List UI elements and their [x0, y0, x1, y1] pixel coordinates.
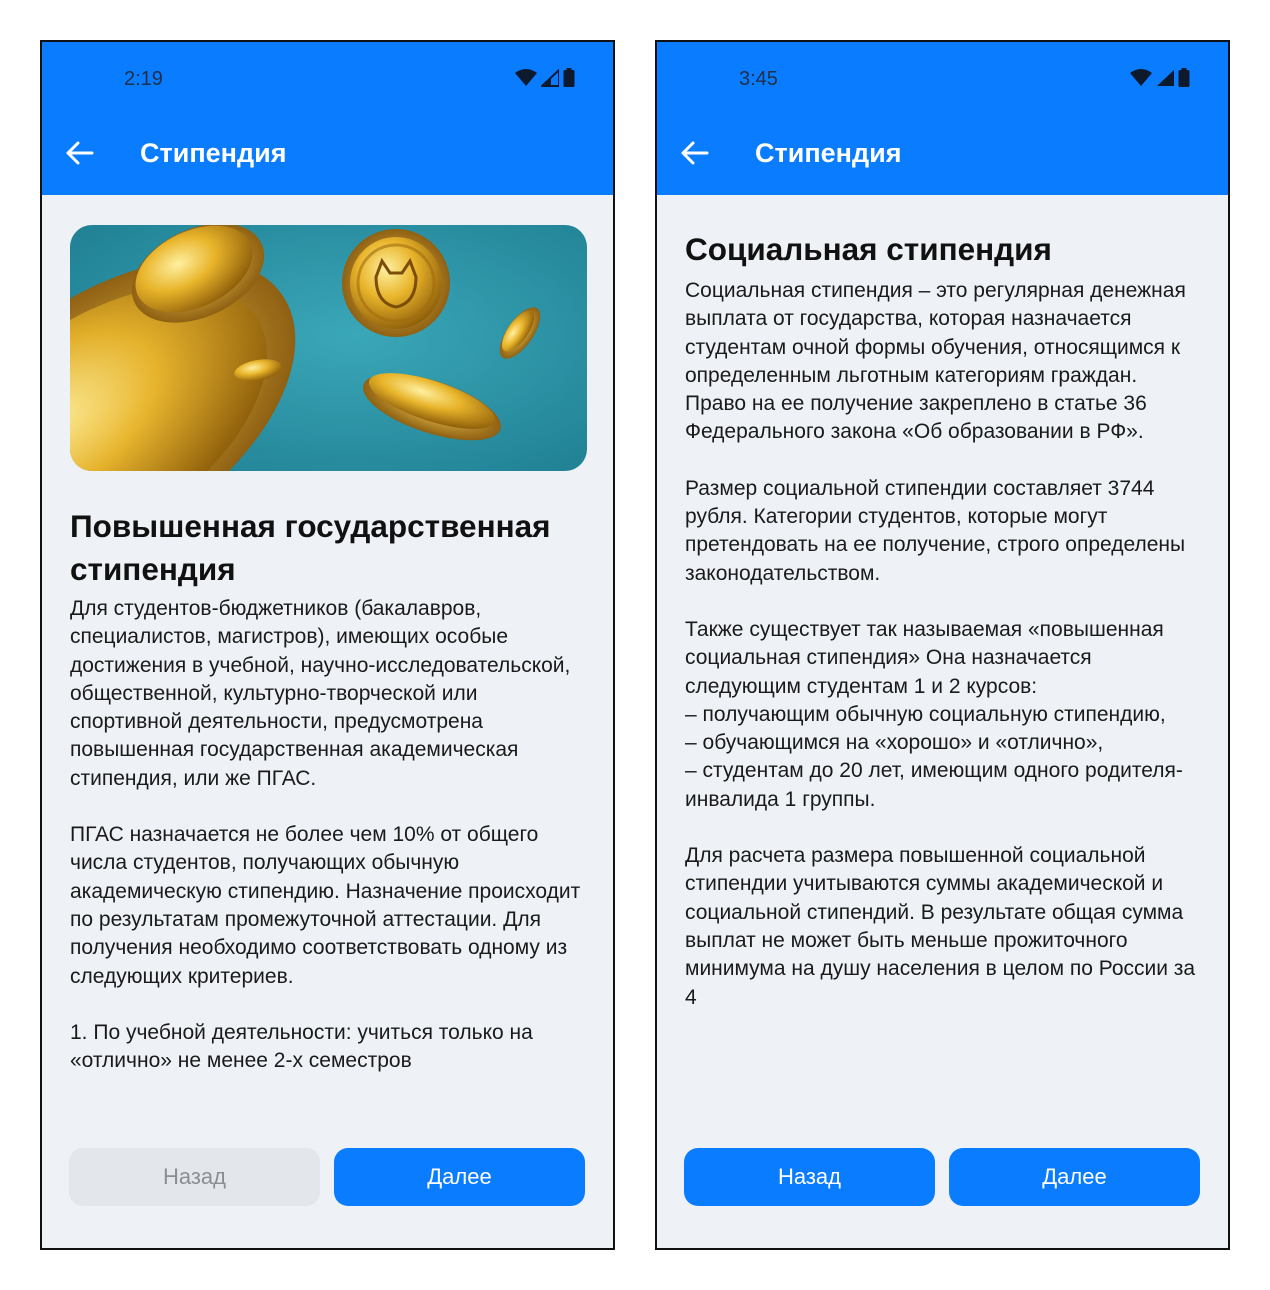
paragraph-4: Для расчета размера повышенной социально…: [685, 844, 1196, 1009]
back-button[interactable]: Назад: [69, 1148, 320, 1206]
content-area[interactable]: Повышенная государственная стипендия Для…: [42, 195, 613, 1125]
next-button[interactable]: Далее: [334, 1148, 585, 1206]
status-icons: [1130, 68, 1190, 87]
paragraph-2: ПГАС назначается не более чем 10% от общ…: [70, 823, 581, 988]
battery-icon: [563, 68, 575, 87]
page-title: Стипендия: [140, 138, 287, 168]
wifi-icon: [1130, 68, 1152, 86]
paragraph-1: Для студентов-бюджетников (бакалавров, с…: [70, 597, 571, 790]
section-heading: Повышенная государственная стипендия: [70, 508, 551, 587]
next-button[interactable]: Далее: [949, 1148, 1200, 1206]
page-title: Стипендия: [755, 138, 902, 168]
app-header: 2:19 Стипендия: [42, 42, 613, 195]
status-time: 3:45: [739, 68, 778, 90]
paragraph-3: Также существует так называемая «повышен…: [685, 617, 1183, 811]
battery-icon: [1178, 68, 1190, 87]
paragraph-1: Социальная стипендия – это регулярная де…: [685, 279, 1186, 444]
paragraph-3: 1. По учебной деятельности: учиться толь…: [70, 1020, 533, 1073]
status-time: 2:19: [124, 68, 163, 90]
back-button[interactable]: Назад: [684, 1148, 935, 1206]
section-heading: Социальная стипендия: [685, 231, 1052, 267]
signal-icon: [1157, 69, 1174, 86]
back-arrow-icon[interactable]: [677, 136, 711, 170]
status-icons: [515, 68, 575, 87]
paragraph-2: Размер социальной стипендии составляет 3…: [685, 476, 1186, 585]
back-arrow-icon[interactable]: [62, 136, 96, 170]
signal-icon: [541, 68, 559, 87]
content-area[interactable]: Социальная стипендия Социальная стипенди…: [657, 195, 1228, 1125]
app-header: 3:45 Стипендия: [657, 42, 1228, 195]
wifi-icon: [515, 68, 537, 86]
gold-coins-image: [70, 225, 587, 471]
phone-screen-left: 2:19 Стипендия Повышенная государственна…: [40, 40, 615, 1250]
phone-screen-right: 3:45 Стипендия Социальная стипендия Соци…: [655, 40, 1230, 1250]
